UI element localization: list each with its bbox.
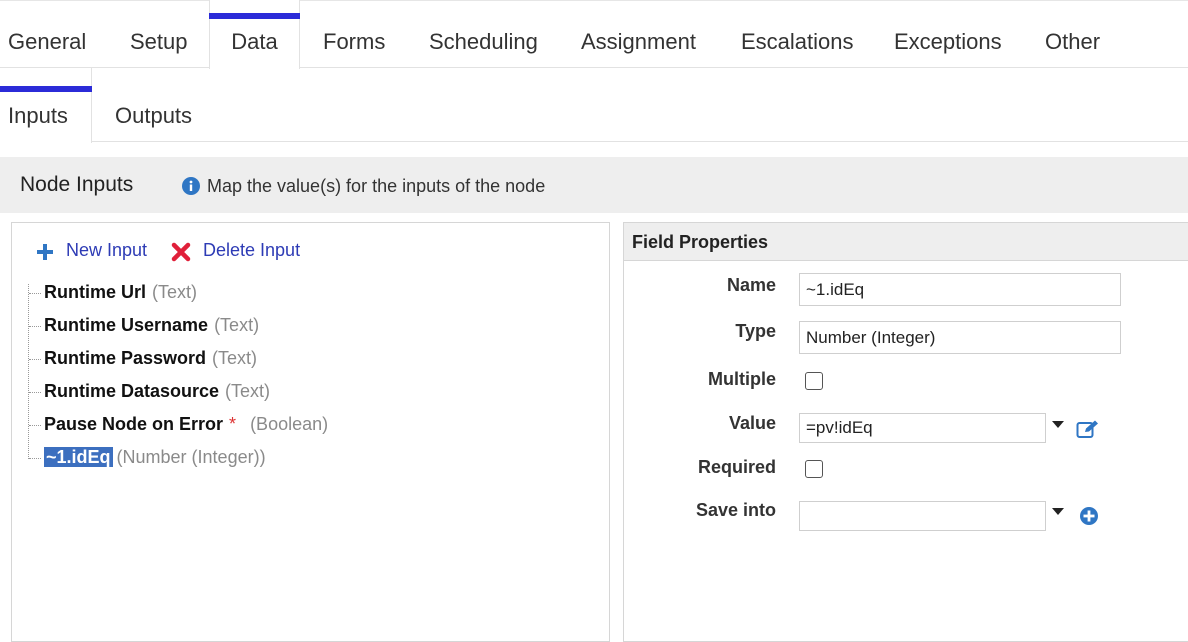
- input-type: (Boolean): [250, 414, 329, 434]
- input-type: (Text): [214, 315, 260, 335]
- section-hint: Map the value(s) for the inputs of the n…: [207, 176, 546, 196]
- input-name: Runtime Username: [44, 315, 209, 335]
- tab-assignment[interactable]: Assignment: [581, 0, 696, 68]
- new-input-button[interactable]: New Input: [66, 240, 147, 261]
- value-field[interactable]: =pv!idEq: [799, 413, 1046, 443]
- save-into-label: Save into: [695, 500, 776, 520]
- input-type: (Text): [225, 381, 271, 401]
- tab-other[interactable]: Other: [1045, 0, 1100, 68]
- subtab-outputs[interactable]: Outputs: [115, 68, 192, 142]
- top-tab-bar: General Setup Data Forms Scheduling Assi…: [0, 0, 1188, 69]
- required-marker: *: [229, 414, 237, 434]
- name-label: Name: [726, 275, 776, 295]
- tree-branch: [29, 325, 41, 327]
- tree-item-selected[interactable]: ~1.idEq (Number (Integer)): [29, 447, 266, 473]
- tree-item[interactable]: Pause Node on Error * (Boolean): [29, 414, 328, 440]
- save-into-field[interactable]: [799, 501, 1046, 531]
- add-circle-icon[interactable]: [1079, 506, 1099, 526]
- tree-item[interactable]: Runtime Url (Text): [29, 282, 197, 308]
- tab-exceptions[interactable]: Exceptions: [894, 0, 1002, 68]
- tree-branch: [29, 358, 41, 360]
- input-type: (Text): [212, 348, 258, 368]
- multiple-label: Multiple: [708, 369, 776, 389]
- value-label: Value: [728, 413, 776, 433]
- tab-setup[interactable]: Setup: [130, 0, 188, 68]
- delete-icon[interactable]: [171, 242, 191, 262]
- tree-branch: [29, 292, 41, 294]
- field-properties-title: Field Properties: [632, 232, 769, 252]
- input-type: (Text): [152, 282, 198, 302]
- tab-data[interactable]: Data: [209, 0, 300, 69]
- value-dropdown-caret[interactable]: [1052, 421, 1064, 428]
- input-name: ~1.idEq: [44, 447, 113, 467]
- tree-branch: [29, 424, 41, 426]
- tree-item[interactable]: Runtime Username (Text): [29, 315, 259, 341]
- tree-item[interactable]: Runtime Password (Text): [29, 348, 257, 374]
- save-into-dropdown-caret[interactable]: [1052, 508, 1064, 515]
- name-field[interactable]: ~1.idEq: [799, 273, 1121, 306]
- input-name: Runtime Datasource: [44, 381, 220, 401]
- section-header: [0, 157, 1188, 213]
- tab-forms[interactable]: Forms: [323, 0, 385, 68]
- multiple-checkbox[interactable]: [805, 372, 823, 390]
- input-name: Runtime Password: [44, 348, 207, 368]
- sub-tab-bar: Inputs Outputs: [0, 68, 1188, 143]
- type-field[interactable]: Number (Integer): [799, 321, 1121, 354]
- tree-branch: [29, 391, 41, 393]
- type-label: Type: [735, 321, 776, 341]
- input-name: Runtime Url: [44, 282, 147, 302]
- info-icon: [182, 177, 200, 195]
- input-name: Pause Node on Error: [44, 414, 224, 434]
- edit-expression-icon[interactable]: [1076, 419, 1100, 439]
- plus-icon[interactable]: [36, 243, 54, 261]
- section-title: Node Inputs: [20, 173, 134, 196]
- subtab-inputs[interactable]: Inputs: [0, 68, 92, 143]
- tab-escalations[interactable]: Escalations: [741, 0, 854, 68]
- tree-branch: [29, 457, 41, 459]
- tree-item[interactable]: Runtime Datasource (Text): [29, 381, 270, 407]
- input-type: (Number (Integer)): [116, 447, 266, 467]
- required-checkbox[interactable]: [805, 460, 823, 478]
- tab-scheduling[interactable]: Scheduling: [429, 0, 538, 68]
- tab-general[interactable]: General: [8, 0, 86, 68]
- delete-input-button[interactable]: Delete Input: [203, 240, 300, 261]
- required-label: Required: [697, 457, 776, 477]
